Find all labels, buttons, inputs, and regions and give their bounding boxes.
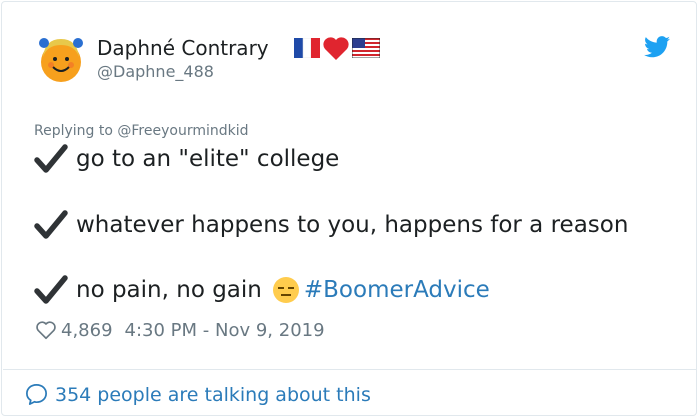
check-mark-icon bbox=[34, 275, 68, 304]
name-emojis bbox=[294, 35, 380, 61]
handle[interactable]: @Daphne_488 bbox=[97, 62, 214, 81]
tweet-line: whatever happens to you, happens for a r… bbox=[34, 210, 628, 240]
like-count[interactable]: 4,869 bbox=[61, 320, 113, 341]
display-name[interactable]: Daphné Contrary bbox=[97, 36, 269, 60]
flag-france-icon bbox=[294, 38, 320, 58]
expressionless-face-icon bbox=[272, 277, 299, 303]
reply-prefix: Replying to bbox=[34, 123, 118, 139]
heart-icon[interactable] bbox=[35, 319, 57, 341]
check-mark-icon bbox=[34, 144, 68, 173]
tweet-card: Daphné Contrary @Daphne_488 Replying to … bbox=[1, 1, 697, 416]
divider bbox=[3, 369, 697, 370]
red-heart-icon bbox=[323, 37, 349, 60]
tweet-line: no pain, no gain #BoomerAdvice bbox=[34, 275, 490, 305]
tweet-line-text: whatever happens to you, happens for a r… bbox=[76, 212, 629, 238]
talking-about-link[interactable]: 354 people are talking about this bbox=[24, 382, 371, 407]
avatar[interactable] bbox=[31, 29, 91, 89]
talking-about-text: 354 people are talking about this bbox=[55, 383, 371, 406]
hashtag-link[interactable]: #BoomerAdvice bbox=[304, 277, 490, 303]
timestamp-link[interactable]: 4:30 PM - Nov 9, 2019 bbox=[125, 320, 325, 341]
tweet-line: go to an "elite" college bbox=[34, 144, 339, 174]
reply-mention-link[interactable]: @Freeyourmindkid bbox=[117, 123, 248, 139]
check-mark-icon bbox=[34, 210, 68, 239]
tweet-line-text: no pain, no gain bbox=[76, 277, 262, 303]
flag-usa-icon bbox=[352, 38, 380, 58]
twitter-bird-icon[interactable] bbox=[644, 36, 670, 58]
tweet-meta: 4,869 4:30 PM - Nov 9, 2019 bbox=[35, 319, 325, 341]
reply-context: Replying to @Freeyourmindkid bbox=[34, 123, 249, 139]
speech-bubble-icon bbox=[26, 384, 47, 405]
tweet-line-text: go to an "elite" college bbox=[76, 146, 340, 172]
